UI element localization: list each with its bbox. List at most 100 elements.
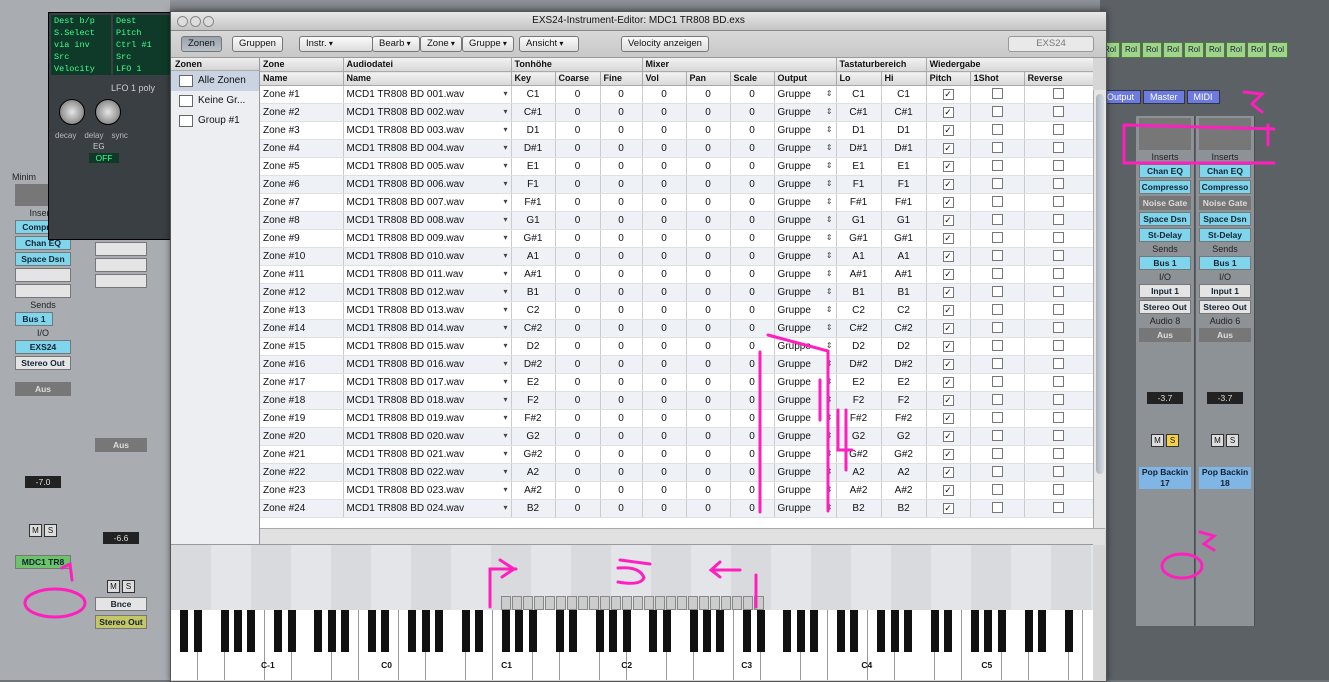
black-key[interactable]	[595, 610, 604, 652]
black-key[interactable]	[649, 610, 658, 652]
cell-output[interactable]: Gruppe ⇕	[774, 283, 837, 302]
pitch-checkbox[interactable]: ✓	[942, 269, 954, 280]
cell-file[interactable]: MCD1 TR808 BD 018.wav ▾	[343, 391, 512, 410]
tab-gruppen[interactable]: Gruppen	[232, 36, 283, 52]
oneshot-checkbox[interactable]	[991, 123, 1003, 135]
table-row[interactable]: Zone #9 MCD1 TR808 BD 009.wav ▾ G#1 0 0 0 0 0 Gru…	[260, 229, 1093, 248]
column-header[interactable]: Lo	[836, 71, 882, 86]
input-slot[interactable]: EXS24	[15, 340, 71, 354]
mute-button[interactable]: M	[1151, 434, 1164, 447]
oneshot-checkbox[interactable]	[991, 321, 1003, 333]
reverse-checkbox[interactable]	[1053, 411, 1065, 423]
cell-file[interactable]: MCD1 TR808 BD 010.wav ▾	[343, 247, 512, 266]
mute-button[interactable]: M	[1211, 434, 1224, 447]
reverse-checkbox[interactable]	[1053, 483, 1065, 495]
cell-file[interactable]: MCD1 TR808 BD 013.wav ▾	[343, 301, 512, 320]
column-header[interactable]: 1Shot	[970, 71, 1025, 86]
oneshot-checkbox[interactable]	[991, 393, 1003, 405]
pitch-checkbox[interactable]: ✓	[942, 413, 954, 424]
black-key[interactable]	[569, 610, 577, 652]
cell-output[interactable]: Gruppe ⇕	[774, 409, 837, 428]
black-key[interactable]	[609, 610, 618, 652]
oneshot-checkbox[interactable]	[991, 267, 1003, 279]
insert-slot[interactable]: Space Dsn	[1199, 212, 1251, 226]
region-block[interactable]: Rol	[1205, 42, 1225, 58]
reverse-checkbox[interactable]	[1053, 375, 1065, 387]
black-key[interactable]	[971, 610, 979, 652]
oneshot-checkbox[interactable]	[991, 141, 1003, 153]
cell-file[interactable]: MCD1 TR808 BD 005.wav ▾	[343, 157, 512, 176]
channel-name[interactable]: Stereo Out	[95, 615, 147, 629]
reverse-checkbox[interactable]	[1053, 501, 1065, 513]
column-header[interactable]: Scale	[730, 71, 775, 86]
cell-file[interactable]: MCD1 TR808 BD 012.wav ▾	[343, 283, 512, 302]
tab-midi[interactable]: MIDI	[1186, 90, 1220, 104]
solo-button[interactable]: S	[1226, 434, 1239, 447]
dropdown-arrow-icon[interactable]: ▾	[503, 89, 507, 98]
menu-gruppe[interactable]: Gruppe	[462, 36, 514, 52]
reverse-checkbox[interactable]	[1053, 105, 1065, 117]
stepper-arrows-icon[interactable]: ⇕	[826, 395, 833, 404]
black-key[interactable]	[783, 610, 792, 652]
table-row[interactable]: Zone #10 MCD1 TR808 BD 010.wav ▾ A1 0 0 0 0 0 Gru…	[260, 247, 1093, 266]
pitch-checkbox[interactable]: ✓	[942, 395, 954, 406]
black-key[interactable]	[837, 610, 845, 652]
tab-master[interactable]: Master	[1143, 90, 1185, 104]
region-block[interactable]: Rol	[1121, 42, 1141, 58]
zone-key-map[interactable]	[171, 544, 1093, 611]
cell-output[interactable]: Gruppe ⇕	[774, 265, 837, 284]
scroll-thumb[interactable]	[1096, 94, 1104, 474]
cell-output[interactable]: Gruppe ⇕	[774, 391, 837, 410]
zone-cell[interactable]	[622, 596, 632, 610]
pitch-checkbox[interactable]: ✓	[942, 125, 954, 136]
oneshot-checkbox[interactable]	[991, 303, 1003, 315]
table-row[interactable]: Zone #22 MCD1 TR808 BD 022.wav ▾ A2 0 0 0 0 0 Gru…	[260, 463, 1093, 482]
send-slot[interactable]: Bus 1	[1139, 256, 1191, 270]
zone-cell[interactable]	[600, 596, 610, 610]
pitch-checkbox[interactable]: ✓	[942, 233, 954, 244]
stepper-arrows-icon[interactable]: ⇕	[826, 341, 833, 350]
reverse-checkbox[interactable]	[1053, 465, 1065, 477]
zone-cell[interactable]	[611, 596, 621, 610]
stepper-arrows-icon[interactable]: ⇕	[826, 107, 833, 116]
oneshot-checkbox[interactable]	[991, 87, 1003, 99]
stepper-arrows-icon[interactable]: ⇕	[826, 323, 833, 332]
zone-cell[interactable]	[677, 596, 687, 610]
dropdown-arrow-icon[interactable]: ▾	[503, 269, 507, 278]
pitch-checkbox[interactable]: ✓	[942, 251, 954, 262]
table-row[interactable]: Zone #4 MCD1 TR808 BD 004.wav ▾ D#1 0 0 0 0 0 Gru…	[260, 139, 1093, 158]
stepper-arrows-icon[interactable]: ⇕	[826, 251, 833, 260]
black-key[interactable]	[810, 610, 819, 652]
black-key[interactable]	[515, 610, 524, 652]
black-key[interactable]	[193, 610, 202, 652]
oneshot-checkbox[interactable]	[991, 501, 1003, 513]
dropdown-arrow-icon[interactable]: ▾	[503, 431, 507, 440]
table-row[interactable]: Zone #1 MCD1 TR808 BD 001.wav ▾ C1 0 0 0 0 0 Grup…	[260, 85, 1093, 104]
dropdown-arrow-icon[interactable]: ▾	[503, 395, 507, 404]
close-button[interactable]	[177, 16, 188, 27]
cell-file[interactable]: MCD1 TR808 BD 008.wav ▾	[343, 211, 512, 230]
mute-button[interactable]: M	[107, 580, 120, 593]
table-row[interactable]: Zone #16 MCD1 TR808 BD 016.wav ▾ D#2 0 0 0 0 0 Gr…	[260, 355, 1093, 374]
cell-file[interactable]: MCD1 TR808 BD 022.wav ▾	[343, 463, 512, 482]
black-key[interactable]	[890, 610, 899, 652]
pitch-checkbox[interactable]: ✓	[942, 107, 954, 118]
pitch-checkbox[interactable]: ✓	[942, 197, 954, 208]
reverse-checkbox[interactable]	[1053, 159, 1065, 171]
insert-slot[interactable]: Noise Gate	[1139, 196, 1191, 210]
channel-name[interactable]: Pop Backin 17	[1139, 467, 1191, 489]
table-row[interactable]: Zone #15 MCD1 TR808 BD 015.wav ▾ D2 0 0 0 0 0 Gru…	[260, 337, 1093, 356]
pitch-checkbox[interactable]: ✓	[942, 467, 954, 478]
cell-output[interactable]: Gruppe ⇕	[774, 121, 837, 140]
cell-file[interactable]: MCD1 TR808 BD 009.wav ▾	[343, 229, 512, 248]
mod-via[interactable]: via inv	[51, 39, 111, 51]
lfo-rate-knob[interactable]	[59, 99, 85, 125]
cell-file[interactable]: MCD1 TR808 BD 011.wav ▾	[343, 265, 512, 284]
stepper-arrows-icon[interactable]: ⇕	[826, 485, 833, 494]
zone-cell[interactable]	[721, 596, 731, 610]
dropdown-arrow-icon[interactable]: ▾	[503, 485, 507, 494]
stepper-arrows-icon[interactable]: ⇕	[826, 233, 833, 242]
sidebar-item-group-1[interactable]: Group #1	[171, 111, 259, 131]
insert-slot-empty[interactable]	[15, 268, 71, 282]
pitch-checkbox[interactable]: ✓	[942, 179, 954, 190]
